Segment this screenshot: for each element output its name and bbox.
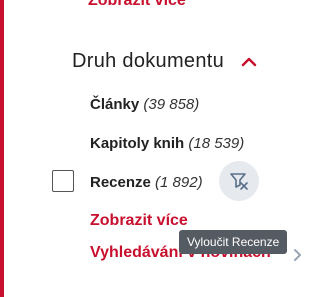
facet-label: Kapitoly knih (90, 135, 185, 152)
facet-count: (1 892) (155, 174, 203, 191)
facet-item-book-chapters[interactable]: Kapitoly knih (18 539) (90, 135, 244, 152)
facet-checkbox-reviews[interactable] (52, 170, 74, 192)
tooltip-exclude-reviews: Vyloučit Recenze (179, 230, 288, 254)
facet-label: Články (90, 96, 140, 113)
chevron-up-icon[interactable] (240, 53, 258, 71)
section-title: Druh dokumentu (72, 50, 225, 72)
section-header-document-type[interactable]: Druh dokumentu (72, 50, 258, 73)
accent-border (0, 0, 4, 297)
facet-count: (18 539) (188, 135, 245, 152)
exclude-filter-icon (230, 173, 248, 190)
show-more-link-top[interactable]: Zobrazit více (88, 0, 186, 8)
facet-item-reviews[interactable]: Recenze (1 892) (90, 174, 203, 191)
facet-label: Recenze (90, 174, 151, 191)
facet-count: (39 858) (143, 96, 200, 113)
exclude-reviews-button[interactable] (219, 161, 259, 201)
chevron-right-icon (294, 249, 301, 261)
facet-item-articles[interactable]: Články (39 858) (90, 96, 199, 113)
show-more-link[interactable]: Zobrazit více (90, 212, 188, 230)
